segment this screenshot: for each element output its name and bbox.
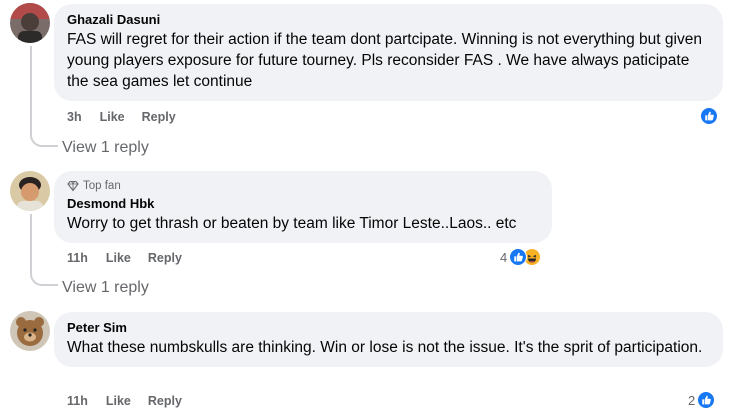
like-reaction-icon xyxy=(697,391,716,409)
top-fan-badge: Top fan xyxy=(67,179,540,193)
comment-text: FAS will regret for their action if the … xyxy=(67,31,702,90)
comment-author[interactable]: Desmond Hbk xyxy=(67,196,540,212)
like-button[interactable]: Like xyxy=(100,110,125,124)
comment-timestamp[interactable]: 3h xyxy=(67,110,82,124)
like-button[interactable]: Like xyxy=(106,251,131,265)
comment-actions: 11h Like Reply xyxy=(67,394,182,408)
comment-author[interactable]: Ghazali Dasuni xyxy=(67,12,711,28)
comment-timestamp[interactable]: 11h xyxy=(67,394,88,408)
comment-text: What these numbskulls are thinking. Win … xyxy=(67,339,703,356)
reply-connector xyxy=(30,131,58,147)
reply-button[interactable]: Reply xyxy=(142,110,176,124)
avatar[interactable] xyxy=(10,3,50,43)
reply-button[interactable]: Reply xyxy=(148,251,182,265)
comment-text: Worry to get thrash or beaten by team li… xyxy=(67,215,517,232)
reaction-count: 2 xyxy=(688,392,696,408)
comment-bubble: Ghazali Dasuni FAS will regret for their… xyxy=(54,4,723,101)
view-replies-link[interactable]: View 1 reply xyxy=(62,279,149,297)
avatar[interactable] xyxy=(10,171,50,211)
comment-author[interactable]: Peter Sim xyxy=(67,320,711,336)
thread-line xyxy=(30,46,32,132)
view-replies-link[interactable]: View 1 reply xyxy=(62,139,149,157)
avatar[interactable] xyxy=(10,311,50,351)
reaction-summary[interactable]: 2 xyxy=(688,391,716,409)
like-button[interactable]: Like xyxy=(106,394,131,408)
reaction-count: 4 xyxy=(500,249,508,265)
comment-actions: 3h Like Reply xyxy=(67,110,176,124)
diamond-icon xyxy=(67,180,79,192)
reply-button[interactable]: Reply xyxy=(148,394,182,408)
reply-connector xyxy=(30,270,58,286)
reaction-summary[interactable]: 4 xyxy=(500,248,542,266)
like-reaction-icon xyxy=(700,107,718,125)
comment-timestamp[interactable]: 11h xyxy=(67,251,88,265)
badge-label: Top fan xyxy=(83,180,121,192)
comment-bubble: Top fan Desmond Hbk Worry to get thrash … xyxy=(54,171,552,243)
comment-actions: 11h Like Reply xyxy=(67,251,182,265)
comment-bubble: Peter Sim What these numbskulls are thin… xyxy=(54,312,723,367)
reaction-summary[interactable] xyxy=(700,107,718,125)
thread-line xyxy=(30,214,32,272)
